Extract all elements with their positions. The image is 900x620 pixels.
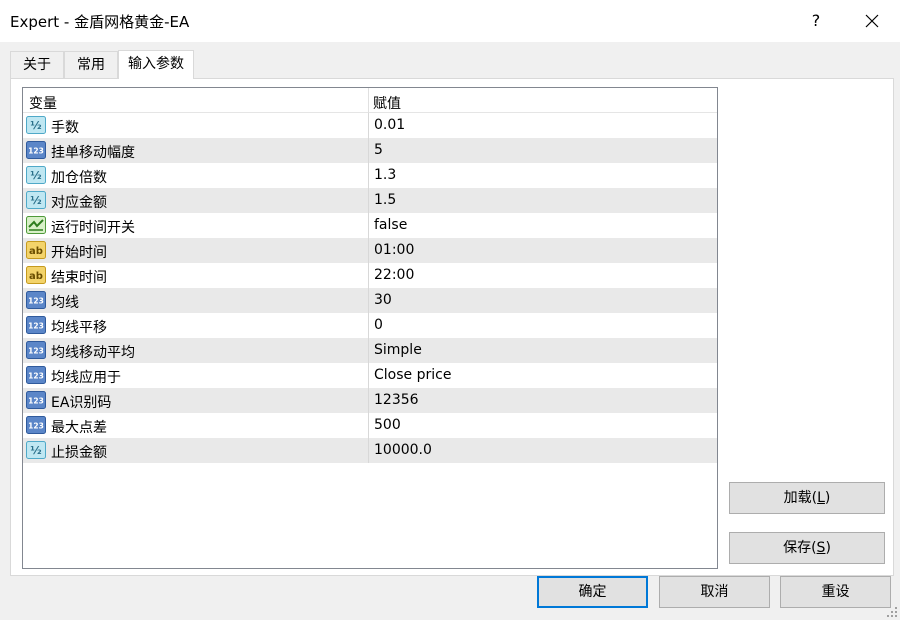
load-hotkey: L xyxy=(817,490,825,506)
column-header-variable[interactable]: 变量 xyxy=(29,93,57,113)
integer-icon: 123 xyxy=(26,416,46,434)
table-row[interactable]: 123 最大点差 500 xyxy=(23,413,717,438)
parameter-value[interactable]: 0.01 xyxy=(368,113,717,138)
integer-icon: 123 xyxy=(26,141,46,159)
parameters-grid: 变量 赋值 ½ 手数 0.01 123 挂单移动幅度 5 ½ 加仓倍数 1.3 ½ 对应金额 1.5 运… xyxy=(22,87,718,569)
parameter-value[interactable]: 12356 xyxy=(368,388,717,413)
string-icon: ab xyxy=(26,266,46,284)
svg-text:½: ½ xyxy=(30,194,41,207)
integer-icon: 123 xyxy=(26,341,46,359)
save-button-end: ) xyxy=(825,540,831,556)
table-row[interactable]: ½ 对应金额 1.5 xyxy=(23,188,717,213)
parameter-value[interactable]: 22:00 xyxy=(368,263,717,288)
integer-icon: 123 xyxy=(26,366,46,384)
parameter-name: 均线平移 xyxy=(51,320,107,336)
tab-common[interactable]: 常用 xyxy=(64,51,118,78)
svg-text:ab: ab xyxy=(29,246,43,257)
close-button[interactable] xyxy=(852,4,892,38)
table-row[interactable]: 123 均线应用于 Close price xyxy=(23,363,717,388)
reset-button[interactable]: 重设 xyxy=(780,576,891,608)
grid-header: 变量 赋值 xyxy=(23,88,717,113)
save-button-label: 保存( xyxy=(783,540,817,556)
parameter-name: 加仓倍数 xyxy=(51,170,107,186)
parameter-name: 开始时间 xyxy=(51,245,107,261)
table-row[interactable]: ab 开始时间 01:00 xyxy=(23,238,717,263)
table-row[interactable]: ½ 手数 0.01 xyxy=(23,113,717,138)
table-row[interactable]: 123 EA识别码 12356 xyxy=(23,388,717,413)
parameter-name: 止损金额 xyxy=(51,445,107,461)
parameter-value[interactable]: Close price xyxy=(368,363,717,388)
bool-icon xyxy=(26,216,46,234)
double-icon: ½ xyxy=(26,166,46,184)
svg-text:½: ½ xyxy=(30,119,41,132)
parameter-name: 挂单移动幅度 xyxy=(51,145,135,161)
table-row[interactable]: 运行时间开关 false xyxy=(23,213,717,238)
parameter-name: 均线移动平均 xyxy=(51,345,135,361)
table-row[interactable]: 123 均线平移 0 xyxy=(23,313,717,338)
svg-text:123: 123 xyxy=(28,297,44,306)
column-header-value[interactable]: 赋值 xyxy=(373,93,401,113)
help-icon: ? xyxy=(811,11,821,30)
parameter-value[interactable]: 0 xyxy=(368,313,717,338)
resize-grip-icon[interactable] xyxy=(886,606,898,618)
parameter-name: EA识别码 xyxy=(51,395,112,411)
parameter-value[interactable]: 500 xyxy=(368,413,717,438)
parameter-name: 运行时间开关 xyxy=(51,220,135,236)
svg-text:123: 123 xyxy=(28,397,44,406)
load-button-end: ) xyxy=(824,490,831,506)
svg-text:123: 123 xyxy=(28,147,44,156)
svg-text:½: ½ xyxy=(30,169,41,182)
save-button[interactable]: 保存(S) xyxy=(729,532,885,564)
double-icon: ½ xyxy=(26,116,46,134)
string-icon: ab xyxy=(26,241,46,259)
svg-text:ab: ab xyxy=(29,271,43,282)
parameter-value[interactable]: Simple xyxy=(368,338,717,363)
parameter-name: 均线应用于 xyxy=(51,370,121,386)
table-row[interactable]: 123 均线 30 xyxy=(23,288,717,313)
integer-icon: 123 xyxy=(26,291,46,309)
ok-button[interactable]: 确定 xyxy=(537,576,648,608)
double-icon: ½ xyxy=(26,441,46,459)
svg-text:123: 123 xyxy=(28,372,44,381)
parameter-value[interactable]: 5 xyxy=(368,138,717,163)
parameter-name: 最大点差 xyxy=(51,420,107,436)
load-button[interactable]: 加载(L) xyxy=(729,482,885,514)
table-row[interactable]: ½ 止损金额 10000.0 xyxy=(23,438,717,463)
double-icon: ½ xyxy=(26,191,46,209)
parameter-name: 均线 xyxy=(51,295,79,311)
svg-text:½: ½ xyxy=(30,444,41,457)
tab-inputs[interactable]: 输入参数 xyxy=(118,50,194,79)
column-divider[interactable] xyxy=(368,88,369,113)
table-row[interactable]: 123 均线移动平均 Simple xyxy=(23,338,717,363)
svg-text:123: 123 xyxy=(28,422,44,431)
parameter-value[interactable]: 10000.0 xyxy=(368,438,717,463)
table-row[interactable]: ab 结束时间 22:00 xyxy=(23,263,717,288)
title-bar: Expert - 金盾网格黄金-EA ? xyxy=(0,0,900,42)
svg-text:123: 123 xyxy=(28,347,44,356)
window-title: Expert - 金盾网格黄金-EA xyxy=(10,13,190,31)
parameter-name: 对应金额 xyxy=(51,195,107,211)
table-row[interactable]: 123 挂单移动幅度 5 xyxy=(23,138,717,163)
parameter-value[interactable]: 30 xyxy=(368,288,717,313)
integer-icon: 123 xyxy=(26,391,46,409)
table-row[interactable]: ½ 加仓倍数 1.3 xyxy=(23,163,717,188)
close-icon xyxy=(865,14,879,28)
parameter-value[interactable]: false xyxy=(368,213,717,238)
cancel-button[interactable]: 取消 xyxy=(659,576,770,608)
parameter-name: 结束时间 xyxy=(51,270,107,286)
parameter-value[interactable]: 01:00 xyxy=(368,238,717,263)
help-button[interactable]: ? xyxy=(796,4,836,38)
parameter-value[interactable]: 1.3 xyxy=(368,163,717,188)
integer-icon: 123 xyxy=(26,316,46,334)
tab-about[interactable]: 关于 xyxy=(10,51,64,78)
parameter-value[interactable]: 1.5 xyxy=(368,188,717,213)
load-button-label: 加载( xyxy=(783,490,818,506)
parameter-name: 手数 xyxy=(51,120,79,136)
svg-text:123: 123 xyxy=(28,322,44,331)
